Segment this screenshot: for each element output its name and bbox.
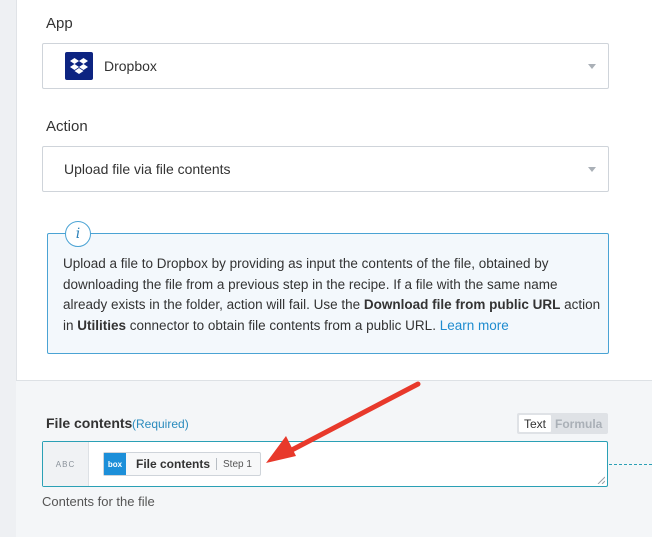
info-text-bold-download: Download file from public URL bbox=[363, 297, 561, 312]
file-contents-label: File contents bbox=[46, 415, 133, 431]
chevron-down-icon bbox=[588, 64, 596, 69]
info-icon: i bbox=[65, 221, 91, 247]
info-text: Upload a file to Dropbox by providing as… bbox=[63, 254, 603, 336]
text-formula-toggle[interactable]: Text Formula bbox=[517, 413, 608, 434]
box-icon: box bbox=[104, 453, 126, 475]
app-select-value: Dropbox bbox=[104, 58, 157, 74]
resize-handle-icon[interactable] bbox=[597, 476, 605, 484]
toggle-formula-option[interactable]: Formula bbox=[551, 415, 606, 432]
field-hint: Contents for the file bbox=[42, 494, 155, 509]
action-select-value: Upload file via file contents bbox=[64, 161, 231, 177]
type-badge: ABC bbox=[43, 442, 89, 486]
toggle-text-option[interactable]: Text bbox=[519, 415, 552, 432]
datapill-step: Step 1 bbox=[223, 458, 252, 470]
dropbox-icon bbox=[65, 52, 93, 80]
file-contents-input[interactable]: ABC box File contents Step 1 bbox=[42, 441, 608, 487]
info-box: i Upload a file to Dropbox by providing … bbox=[47, 221, 609, 354]
datapill-divider bbox=[216, 458, 218, 470]
action-label: Action bbox=[46, 118, 88, 135]
learn-more-link[interactable]: Learn more bbox=[440, 318, 509, 333]
datapill-file-contents[interactable]: box File contents Step 1 bbox=[103, 452, 261, 476]
info-text-bold-utilities: Utilities bbox=[77, 317, 127, 333]
required-badge: (Required) bbox=[132, 417, 189, 431]
info-text-part: connector to obtain file contents from a… bbox=[126, 317, 440, 333]
chevron-down-icon bbox=[588, 167, 596, 172]
app-label: App bbox=[46, 15, 73, 32]
app-select[interactable]: Dropbox bbox=[42, 43, 609, 89]
connector-line bbox=[609, 464, 652, 465]
action-select[interactable]: Upload file via file contents bbox=[42, 146, 609, 192]
datapill-label: File contents bbox=[136, 457, 211, 471]
